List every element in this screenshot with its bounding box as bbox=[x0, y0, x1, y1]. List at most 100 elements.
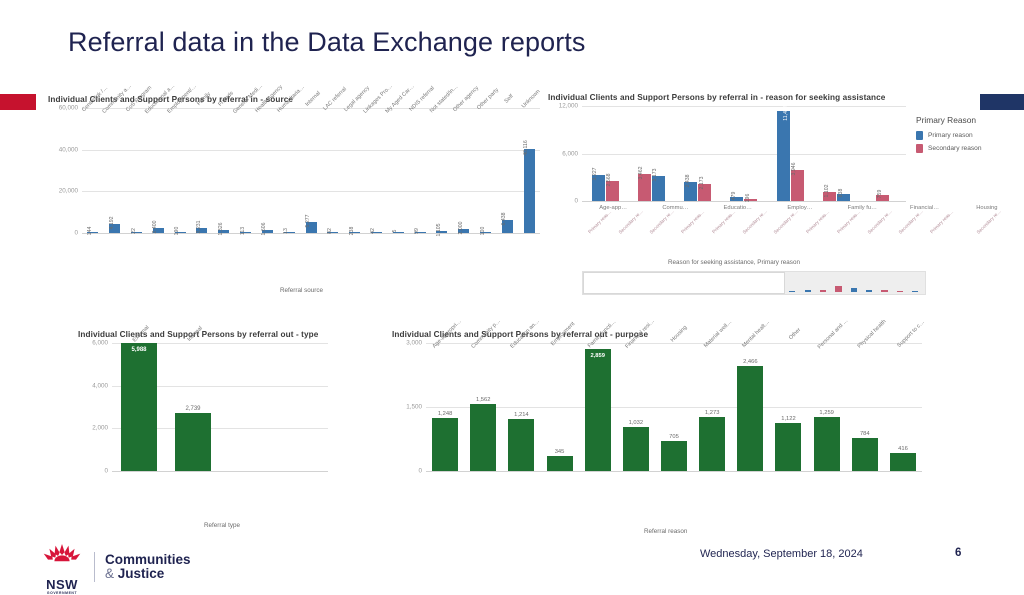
bar[interactable]: 13 bbox=[283, 228, 295, 234]
x-axis-tick-label[interactable]: Education an… bbox=[509, 318, 540, 349]
x-axis-tick-label[interactable]: Support to c… bbox=[896, 319, 926, 349]
bar[interactable]: 100 bbox=[480, 227, 492, 235]
x-axis-tick-label[interactable]: Community p… bbox=[470, 318, 501, 349]
x-axis-tick-label[interactable]: Commu… bbox=[662, 205, 688, 211]
bar-value-label: 1,326 bbox=[217, 222, 224, 236]
x-axis-tick-label[interactable]: Other bbox=[788, 327, 802, 341]
bar[interactable]: 838 bbox=[837, 189, 851, 201]
x-axis-tick-label[interactable]: Friends bbox=[217, 90, 234, 107]
series-tick-label[interactable]: Secondary re… bbox=[862, 209, 893, 259]
bar[interactable]: 2,231 bbox=[196, 221, 208, 234]
bar[interactable]: 144 bbox=[87, 227, 99, 235]
bar-value-label: 82 bbox=[326, 228, 333, 234]
bar-value-label: 3,173 bbox=[652, 168, 659, 182]
series-tick-label[interactable]: Secondary re… bbox=[956, 209, 1018, 259]
bar[interactable]: 345 bbox=[546, 449, 573, 471]
bar[interactable]: 99 bbox=[414, 228, 426, 234]
x-axis-tick-label[interactable]: Financial… bbox=[910, 205, 939, 211]
y-axis-tick: 0 bbox=[574, 197, 578, 205]
series-tick-label[interactable]: Secondary re… bbox=[644, 209, 675, 259]
series-tick-label[interactable]: Primary reas… bbox=[831, 209, 862, 259]
bar[interactable]: 1,032 bbox=[622, 420, 649, 471]
bar[interactable]: 196 bbox=[744, 194, 758, 203]
x-axis-tick-label[interactable]: Personal and … bbox=[817, 318, 850, 351]
x-axis-tick-label[interactable]: Family bbox=[196, 91, 212, 107]
x-axis-tick-label[interactable]: Employ… bbox=[787, 205, 812, 211]
bar[interactable]: 2,466 bbox=[737, 359, 764, 471]
bar[interactable]: 416 bbox=[889, 446, 916, 471]
bar[interactable]: 2,438 bbox=[684, 174, 698, 201]
bar[interactable]: 42 bbox=[370, 228, 382, 234]
series-tick-label[interactable]: Secondary re… bbox=[613, 209, 644, 259]
bar[interactable]: 2,739 bbox=[175, 406, 211, 471]
series-tick-label[interactable]: Secondary re… bbox=[893, 209, 924, 259]
bar[interactable]: 3,946 bbox=[790, 162, 804, 201]
bar[interactable]: 2,000 bbox=[458, 221, 470, 234]
bar[interactable]: 1,214 bbox=[508, 412, 535, 471]
minimap-selection-window[interactable] bbox=[583, 272, 785, 294]
x-axis-slot: Community p… bbox=[465, 318, 504, 376]
legend-label: Secondary reason bbox=[928, 145, 982, 152]
x-axis-tick-label[interactable]: Housing bbox=[670, 325, 689, 344]
x-axis-tick-label[interactable]: Family fu… bbox=[848, 205, 877, 211]
bar[interactable]: 1,259 bbox=[813, 410, 840, 471]
x-axis-tick-label[interactable]: External bbox=[132, 325, 151, 344]
bar[interactable]: 1,122 bbox=[775, 416, 802, 471]
legend-item[interactable]: Secondary reason bbox=[916, 144, 1016, 153]
bar[interactable]: 22 bbox=[131, 228, 143, 234]
bar[interactable]: 2,400 bbox=[152, 221, 164, 233]
bar[interactable]: 190 bbox=[174, 227, 186, 235]
bar[interactable]: 1,105 bbox=[436, 223, 448, 236]
series-tick-label[interactable]: Secondary re… bbox=[738, 209, 769, 259]
series-tick-label[interactable]: Primary reas… bbox=[707, 209, 738, 259]
bar-group: 3,462 3,173 bbox=[628, 106, 674, 201]
x-axis-tick-label[interactable]: Mental healt… bbox=[741, 319, 771, 349]
bar[interactable]: 6,438 bbox=[501, 212, 513, 233]
x-axis-tick-label[interactable]: Age-appropri… bbox=[432, 319, 463, 350]
series-tick-label[interactable]: Primary reas… bbox=[800, 209, 831, 259]
bar[interactable]: 82 bbox=[327, 228, 339, 234]
x-axis-tick-label[interactable]: Employment bbox=[550, 321, 576, 347]
series-tick-label[interactable]: Primary reas… bbox=[675, 209, 706, 259]
x-axis-tick-label[interactable]: Housing bbox=[976, 205, 997, 211]
bar[interactable]: 3,173 bbox=[651, 168, 665, 201]
bar[interactable]: 705 bbox=[661, 434, 688, 471]
bar[interactable]: 1,562 bbox=[470, 397, 497, 471]
bar[interactable]: 5 bbox=[392, 230, 404, 233]
bar[interactable]: 1,273 bbox=[699, 410, 726, 471]
x-axis-tick-label[interactable]: Family functi… bbox=[587, 319, 617, 349]
bar[interactable]: 759 bbox=[876, 190, 890, 201]
x-axis-tick-label[interactable]: Educatio… bbox=[724, 205, 752, 211]
x-axis-tick-label[interactable]: Financial resi… bbox=[625, 318, 657, 350]
bar[interactable]: 5,277 bbox=[305, 215, 317, 233]
bar[interactable]: 113 bbox=[240, 227, 252, 235]
x-axis-slot: Housing bbox=[658, 325, 697, 376]
x-axis-tick-label[interactable]: Physical health bbox=[857, 319, 888, 350]
bar[interactable]: 4,192 bbox=[109, 217, 121, 233]
x-axis-tick-label[interactable]: Self bbox=[504, 94, 515, 105]
bar[interactable]: 40,116 bbox=[523, 141, 535, 233]
bar[interactable]: 238 bbox=[349, 227, 361, 235]
bar[interactable]: 1,326 bbox=[218, 223, 230, 236]
x-axis-tick-label[interactable]: Age-app… bbox=[599, 205, 627, 211]
x-axis-tick-label[interactable]: Material well… bbox=[703, 319, 733, 349]
bar[interactable]: 3,227 bbox=[591, 168, 605, 201]
bar[interactable]: 11,417 bbox=[776, 105, 790, 201]
bar[interactable]: 1,248 bbox=[432, 411, 459, 471]
x-axis-tick-label[interactable]: Internal bbox=[304, 90, 321, 107]
bar[interactable]: 3,462 bbox=[637, 166, 651, 201]
series-tick-label[interactable]: Primary reas… bbox=[925, 209, 956, 259]
chart-scrollbar-minimap[interactable] bbox=[582, 271, 926, 295]
x-axis-tick-label[interactable]: Internal bbox=[186, 325, 203, 342]
bar[interactable]: 2,568 bbox=[605, 173, 619, 201]
legend-item[interactable]: Primary reason bbox=[916, 131, 1016, 140]
series-tick-label[interactable]: Primary reas… bbox=[582, 209, 613, 259]
bar[interactable]: 1,102 bbox=[823, 185, 837, 201]
bar[interactable]: 784 bbox=[851, 431, 878, 471]
x-axis-slot: LAC referral bbox=[322, 86, 348, 141]
bar[interactable]: 2,173 bbox=[698, 176, 712, 201]
bar[interactable]: 479 bbox=[730, 192, 744, 201]
x-axis-tick-label[interactable]: Unknown bbox=[521, 89, 542, 110]
series-tick-label[interactable]: Secondary re… bbox=[769, 209, 800, 259]
bar[interactable]: 1,606 bbox=[261, 222, 273, 235]
